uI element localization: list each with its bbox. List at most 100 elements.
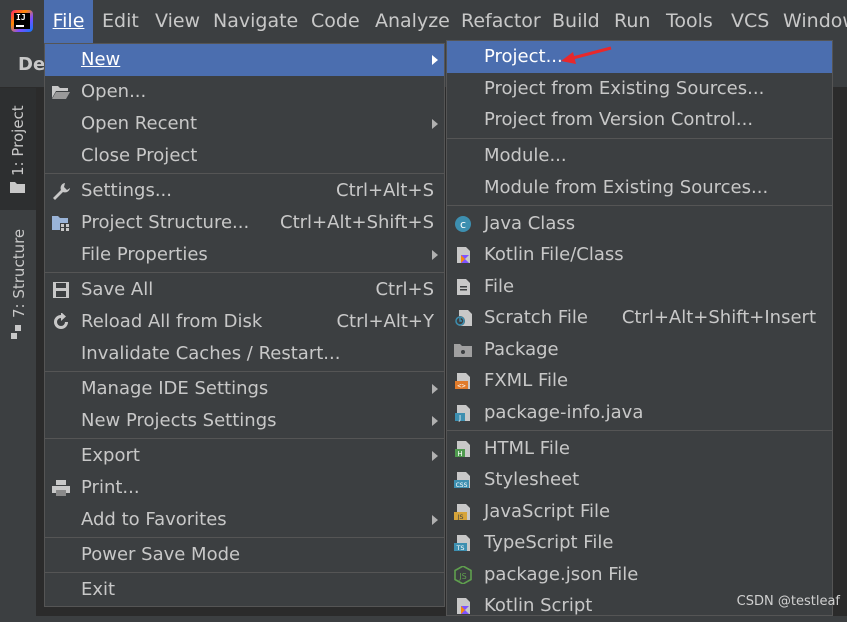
menu-item-add-to-favorites[interactable]: Add to Favorites	[45, 504, 444, 536]
menu-separator	[447, 138, 832, 139]
menu-item-manage-ide-settings[interactable]: Manage IDE Settings	[45, 373, 444, 405]
menu-item-new[interactable]: New	[45, 44, 444, 76]
menu-separator	[45, 572, 444, 573]
submenu-arrow-icon	[432, 250, 438, 260]
menu-item-exit[interactable]: Exit	[45, 574, 444, 606]
menu-item-file-properties[interactable]: File Properties	[45, 239, 444, 271]
submenu-arrow-icon	[432, 416, 438, 426]
nodejs-icon: JS	[454, 566, 472, 584]
typescript-file-icon: TS	[454, 535, 470, 552]
menu-item-open-recent[interactable]: Open Recent	[45, 108, 444, 140]
menu-item-typescript-file[interactable]: TS TypeScript File	[447, 527, 832, 559]
left-tool-strip: 1: Project 7: Structure	[0, 88, 37, 616]
menu-separator	[447, 430, 832, 431]
scratch-file-icon	[455, 310, 472, 326]
file-icon	[457, 279, 470, 295]
open-folder-icon	[52, 86, 70, 99]
menu-window[interactable]: Window	[783, 0, 847, 43]
package-info-icon: J	[455, 405, 470, 422]
annotation-arrow-icon	[561, 46, 612, 64]
menu-item-save-all[interactable]: Save All Ctrl+S	[45, 274, 444, 306]
menu-vcs[interactable]: VCS	[731, 0, 769, 43]
project-name-fragment: De	[18, 54, 46, 75]
menu-item-java-class[interactable]: c Java Class	[447, 208, 832, 240]
menu-item-open[interactable]: Open...	[45, 76, 444, 108]
menu-item-project-existing[interactable]: Project from Existing Sources...	[447, 73, 832, 105]
structure-icon	[11, 325, 21, 339]
save-icon	[53, 282, 69, 298]
menu-item-html-file[interactable]: H HTML File	[447, 433, 832, 465]
menu-item-project-vcs[interactable]: Project from Version Control...	[447, 104, 832, 136]
menu-run[interactable]: Run	[614, 0, 650, 43]
menu-item-export[interactable]: Export	[45, 440, 444, 472]
java-class-icon: c	[455, 216, 471, 232]
new-submenu: Project... Project from Existing Sources…	[446, 40, 833, 616]
submenu-arrow-icon	[432, 384, 438, 394]
printer-icon	[52, 480, 70, 496]
menu-item-kotlin-class[interactable]: Kotlin File/Class	[447, 239, 832, 271]
menu-item-javascript-file[interactable]: JS JavaScript File	[447, 496, 832, 528]
kotlin-file-icon	[457, 247, 470, 263]
kotlin-script-icon	[457, 598, 470, 614]
menu-view[interactable]: View	[155, 0, 200, 43]
menu-item-project[interactable]: Project...	[447, 41, 832, 73]
folder-icon	[10, 182, 25, 193]
menu-separator	[45, 438, 444, 439]
css-file-icon: CSS	[454, 472, 470, 489]
menu-analyze[interactable]: Analyze	[375, 0, 450, 43]
menu-item-new-projects-settings[interactable]: New Projects Settings	[45, 405, 444, 437]
submenu-arrow-icon	[432, 119, 438, 129]
menu-separator	[45, 537, 444, 538]
watermark: CSDN @testleaf	[736, 594, 840, 609]
menu-item-invalidate-caches[interactable]: Invalidate Caches / Restart...	[45, 338, 444, 370]
menu-item-package[interactable]: Package	[447, 334, 832, 366]
menu-item-package-json[interactable]: JS package.json File	[447, 559, 832, 591]
menu-item-settings[interactable]: Settings... Ctrl+Alt+S	[45, 175, 444, 207]
menu-separator	[45, 173, 444, 174]
menu-item-module-existing[interactable]: Module from Existing Sources...	[447, 172, 832, 204]
package-folder-icon	[454, 344, 472, 357]
menu-navigate[interactable]: Navigate	[213, 0, 298, 43]
menu-separator	[45, 371, 444, 372]
html-file-icon: H	[455, 441, 470, 458]
menu-tools[interactable]: Tools	[666, 0, 713, 43]
svg-text:H: H	[457, 450, 462, 458]
svg-text:J: J	[458, 414, 461, 422]
svg-text:JS: JS	[456, 513, 463, 521]
menu-item-power-save-mode[interactable]: Power Save Mode	[45, 539, 444, 571]
submenu-arrow-icon	[432, 451, 438, 461]
svg-text:CSS: CSS	[456, 482, 468, 489]
menu-code[interactable]: Code	[311, 0, 360, 43]
svg-text:JS: JS	[458, 572, 466, 581]
submenu-arrow-icon	[432, 55, 438, 65]
menu-file[interactable]: File	[44, 0, 93, 43]
menu-item-close-project[interactable]: Close Project	[45, 140, 444, 172]
menu-refactor[interactable]: Refactor	[461, 0, 541, 43]
project-structure-icon	[52, 216, 70, 231]
javascript-file-icon: JS	[454, 504, 470, 521]
menu-item-reload[interactable]: Reload All from Disk Ctrl+Alt+Y	[45, 306, 444, 338]
wrench-icon	[53, 183, 70, 200]
menu-edit[interactable]: Edit	[102, 0, 139, 43]
intellij-logo-icon: IJ	[11, 10, 33, 32]
svg-text:<>: <>	[457, 382, 465, 390]
menu-item-print[interactable]: Print...	[45, 472, 444, 504]
structure-tool-label[interactable]: 7: Structure	[10, 229, 28, 318]
project-tool-label: 1: Project	[9, 105, 27, 176]
file-menu: New Open... Open Recent Close Project Se…	[44, 43, 445, 607]
main-menubar: IJ File Edit View Navigate Code Analyze …	[0, 0, 847, 43]
menu-item-stylesheet[interactable]: CSS Stylesheet	[447, 464, 832, 496]
refresh-icon	[54, 313, 68, 329]
menu-item-project-structure[interactable]: Project Structure... Ctrl+Alt+Shift+S	[45, 207, 444, 239]
menu-item-scratch-file[interactable]: Scratch File Ctrl+Alt+Shift+Insert	[447, 302, 832, 334]
menu-item-fxml-file[interactable]: <> FXML File	[447, 365, 832, 397]
submenu-arrow-icon	[432, 515, 438, 525]
menu-build[interactable]: Build	[552, 0, 600, 43]
menu-item-file[interactable]: File	[447, 271, 832, 303]
menu-item-package-info[interactable]: J package-info.java	[447, 397, 832, 429]
project-tool-button[interactable]: 1: Project	[0, 88, 36, 210]
svg-text:TS: TS	[455, 544, 464, 552]
menu-separator	[447, 205, 832, 206]
fxml-file-icon: <>	[455, 373, 470, 390]
menu-item-module[interactable]: Module...	[447, 140, 832, 172]
